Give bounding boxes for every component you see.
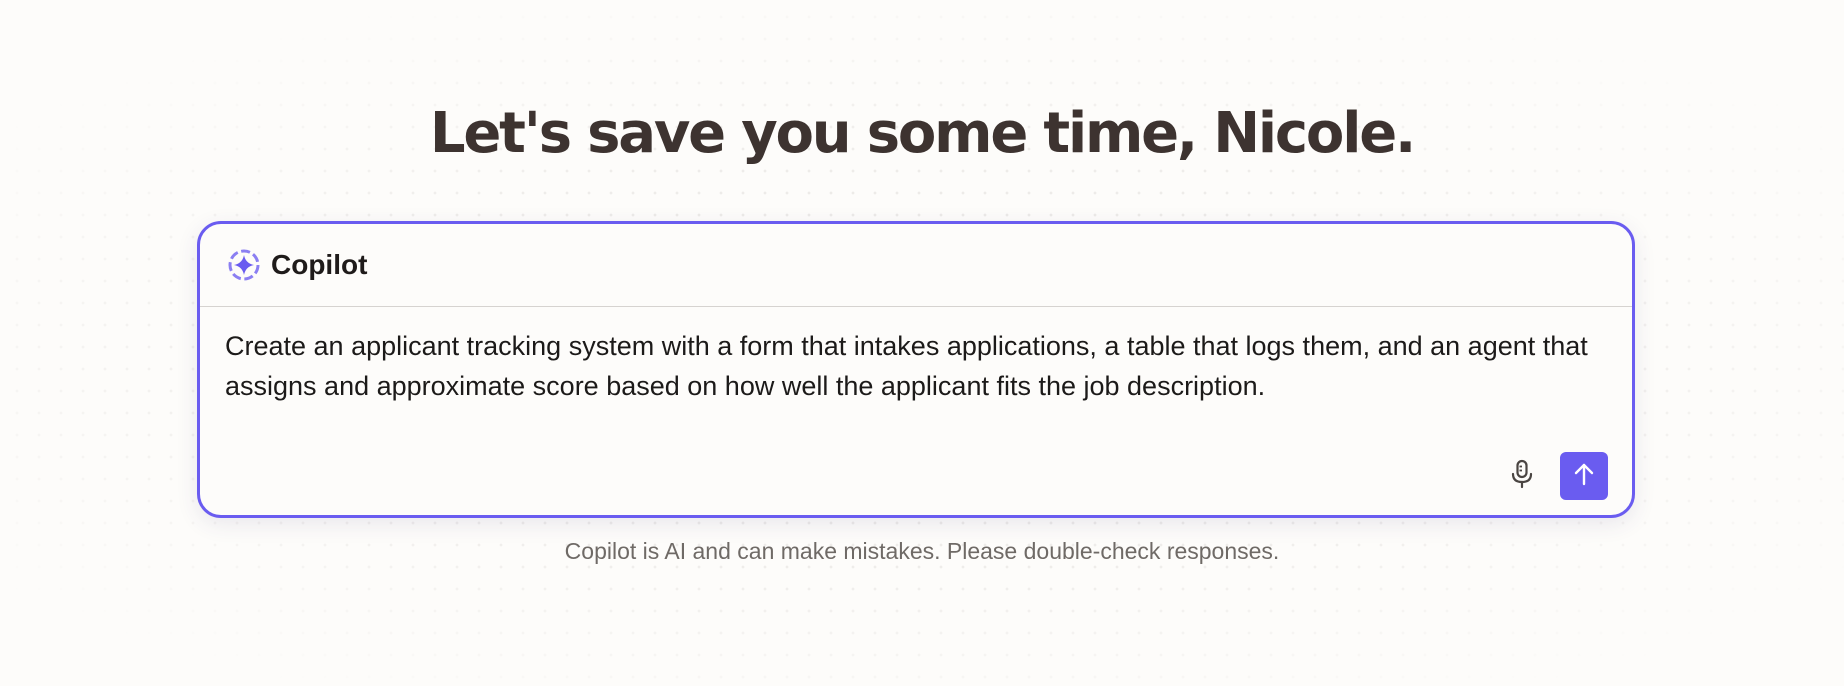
copilot-composer: Copilot Create an applicant tracking sys… — [197, 221, 1635, 518]
microphone-button[interactable] — [1502, 456, 1542, 496]
composer-title: Copilot — [271, 249, 368, 280]
arrow-up-icon — [1571, 461, 1597, 492]
composer-header: Copilot — [200, 224, 1632, 307]
prompt-input[interactable]: Create an applicant tracking system with… — [200, 307, 1632, 426]
page: Let's save you some time, Nicole. Copilo… — [0, 0, 1844, 686]
page-headline: Let's save you some time, Nicole. — [429, 101, 1416, 166]
copilot-sparkle-icon — [227, 248, 261, 282]
microphone-icon — [1509, 459, 1535, 494]
ai-disclaimer: Copilot is AI and can make mistakes. Ple… — [564, 538, 1280, 564]
composer-actions — [1502, 452, 1608, 500]
send-button[interactable] — [1560, 452, 1608, 500]
